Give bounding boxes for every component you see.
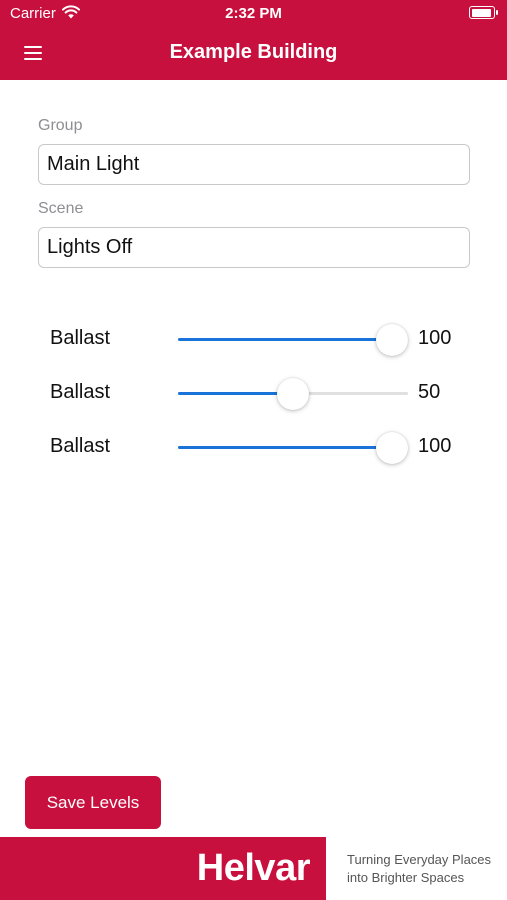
slider-fill (178, 338, 392, 341)
helvar-logo: Helvar (196, 847, 311, 889)
ballast-value: 100 (418, 435, 452, 457)
group-label: Group (38, 117, 83, 134)
slider-thumb[interactable] (376, 432, 408, 464)
ballast-label: Ballast (50, 327, 111, 349)
save-levels-button[interactable]: Save Levels (25, 776, 161, 829)
footer-tagline: Turning Everyday Places into Brighter Sp… (347, 851, 491, 887)
footer-brand-bar: Helvar (0, 837, 326, 900)
page-title: Example Building (169, 41, 338, 63)
ballast-slider[interactable] (178, 378, 408, 410)
ballast-label: Ballast (50, 435, 111, 457)
slider-fill (178, 446, 392, 449)
status-time: 2:32 PM (225, 5, 282, 22)
slider-thumb[interactable] (376, 324, 408, 356)
ballast-value: 100 (418, 327, 452, 349)
scene-label: Scene (38, 200, 84, 217)
ballast-slider[interactable] (178, 432, 408, 464)
battery-icon (469, 6, 498, 19)
ballast-slider[interactable] (178, 324, 408, 356)
slider-fill (178, 392, 293, 395)
status-bar: Carrier 2:32 PM (0, 0, 507, 28)
ballast-row: Ballast 100 (0, 318, 507, 358)
ballast-label: Ballast (50, 381, 111, 403)
tagline-line-1: Turning Everyday Places (347, 852, 492, 867)
group-field[interactable]: Main Light (38, 144, 470, 185)
navigation-bar: Example Building (0, 28, 507, 80)
slider-thumb[interactable] (277, 378, 309, 410)
scene-field[interactable]: Lights Off (38, 227, 470, 268)
ballast-row: Ballast 50 (0, 372, 507, 412)
ballast-row: Ballast 100 (0, 426, 507, 466)
tagline-line-2: into Brighter Spaces (347, 870, 465, 885)
ballast-value: 50 (418, 381, 441, 403)
